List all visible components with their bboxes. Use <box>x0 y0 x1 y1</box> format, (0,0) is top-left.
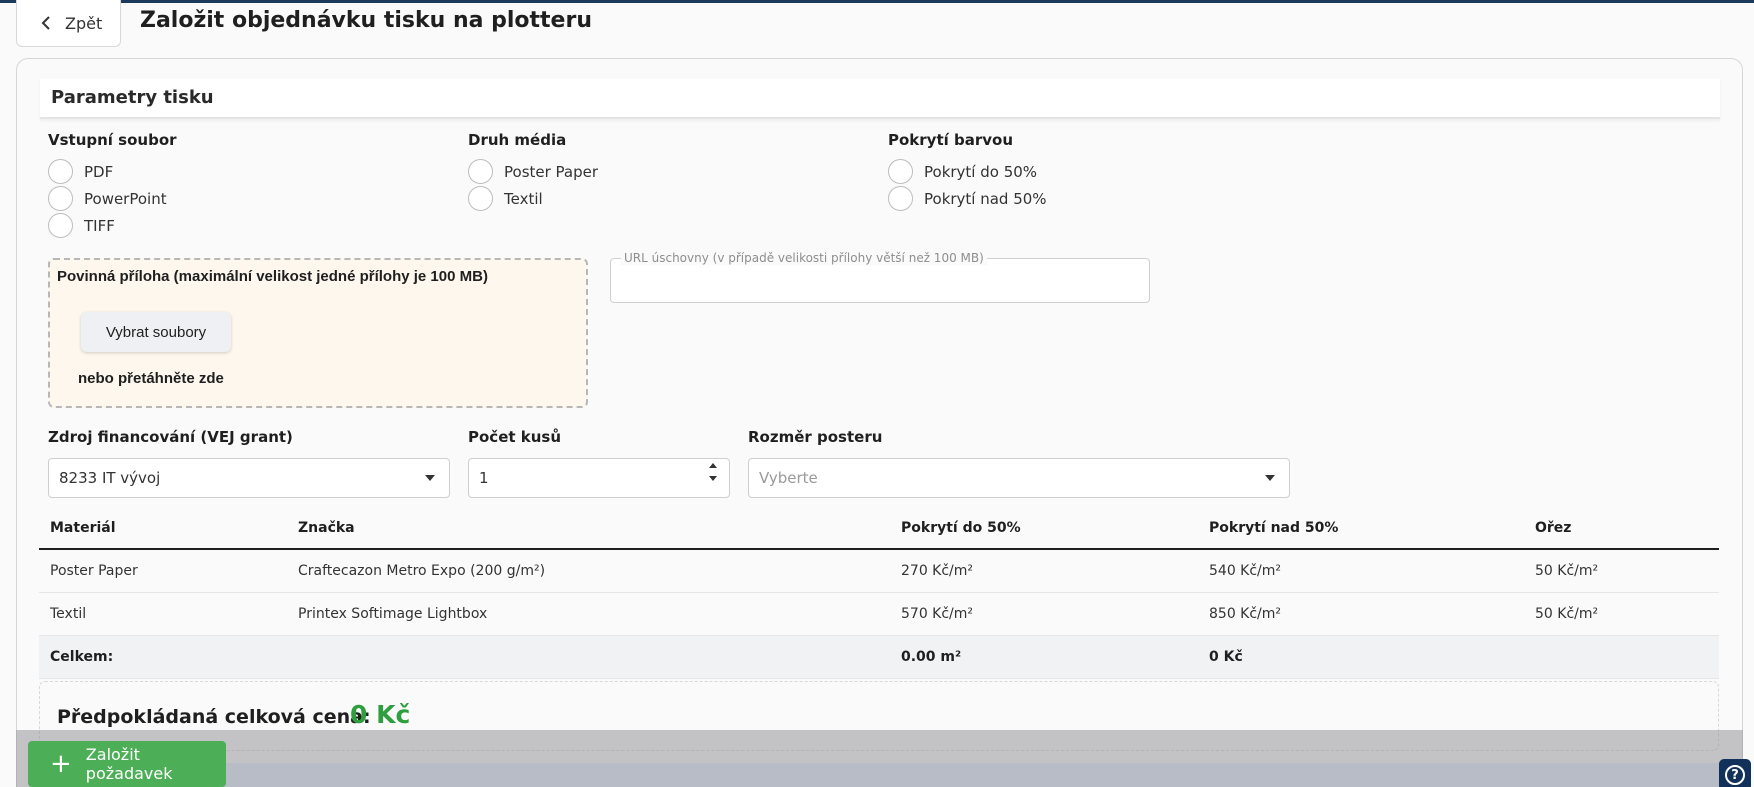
radio-circle[interactable] <box>468 159 493 184</box>
overlay-panel <box>216 763 1726 787</box>
quantity-label: Počet kusů <box>468 428 562 446</box>
radio-circle[interactable] <box>48 186 73 211</box>
total-label: Celkem: <box>50 649 114 665</box>
section-header: Parametry tisku <box>40 79 1720 119</box>
url-storage-field[interactable]: URL úschovny (v případě velikosti příloh… <box>610 251 1150 303</box>
caret-down-icon <box>425 475 435 481</box>
estimated-price-value: 0 Kč <box>350 700 411 729</box>
cell-over-50: 540 Kč/m² <box>1209 563 1282 579</box>
radio-circle[interactable] <box>888 159 913 184</box>
radio-label: Textil <box>504 189 543 208</box>
plus-icon: + <box>50 749 72 779</box>
estimated-price-label: Předpokládaná celková cena: <box>57 706 371 728</box>
choose-files-button[interactable]: Vybrat soubory <box>81 312 231 352</box>
total-price: 0 Kč <box>1209 649 1243 665</box>
create-request-button[interactable]: + Založit požadavek <box>28 741 226 787</box>
radio-coverage-under-50[interactable]: Pokrytí do 50% <box>888 159 1037 184</box>
radio-label: PDF <box>84 162 114 181</box>
radio-media-textil[interactable]: Textil <box>468 186 543 211</box>
radio-input-pdf[interactable]: PDF <box>48 159 113 184</box>
quantity-stepper[interactable]: 1 <box>468 458 730 498</box>
table-row: Poster Paper Craftecazon Metro Expo (200… <box>39 550 1719 593</box>
radio-input-tiff[interactable]: TIFF <box>48 213 115 238</box>
top-accent-line <box>0 0 1754 3</box>
radio-coverage-over-50[interactable]: Pokrytí nad 50% <box>888 186 1047 211</box>
drop-hint: nebo přetáhněte zde <box>78 370 224 387</box>
radio-input-powerpoint[interactable]: PowerPoint <box>48 186 167 211</box>
attachment-dropzone[interactable]: Povinná příloha (maximální velikost jedn… <box>48 258 588 408</box>
cell-trim: 50 Kč/m² <box>1535 606 1599 622</box>
radio-label: TIFF <box>84 216 115 235</box>
poster-size-select[interactable]: Vyberte <box>748 458 1290 498</box>
back-button-label: Zpět <box>65 13 103 33</box>
radio-circle[interactable] <box>888 186 913 211</box>
radio-media-poster-paper[interactable]: Poster Paper <box>468 159 598 184</box>
radio-label: Poster Paper <box>504 162 599 181</box>
radio-label: PowerPoint <box>84 189 167 208</box>
table-header-row: Materiál Značka Pokrytí do 50% Pokrytí n… <box>39 508 1719 550</box>
spinner-icon[interactable] <box>709 463 717 481</box>
color-coverage-label: Pokrytí barvou <box>888 131 1014 149</box>
quantity-value: 1 <box>479 469 489 487</box>
header-brand: Značka <box>298 520 355 536</box>
cell-over-50: 850 Kč/m² <box>1209 606 1282 622</box>
cell-brand: Printex Softimage Lightbox <box>298 606 488 622</box>
poster-size-label: Rozměr posteru <box>748 428 883 446</box>
header-material: Materiál <box>50 520 116 536</box>
radio-label: Pokrytí do 50% <box>924 162 1038 181</box>
header-trim: Ořez <box>1535 520 1572 536</box>
cell-brand: Craftecazon Metro Expo (200 g/m²) <box>298 563 546 579</box>
table-row: Textil Printex Softimage Lightbox 570 Kč… <box>39 593 1719 636</box>
help-button[interactable]: ? <box>1719 759 1751 787</box>
table-total-row: Celkem: 0.00 m² 0 Kč <box>39 636 1719 679</box>
cell-material: Poster Paper <box>50 563 138 579</box>
cell-trim: 50 Kč/m² <box>1535 563 1599 579</box>
cell-under-50: 570 Kč/m² <box>901 606 974 622</box>
page-title: Založit objednávku tisku na plotteru <box>140 8 592 33</box>
create-request-label: Založit požadavek <box>85 745 173 783</box>
total-area: 0.00 m² <box>901 649 962 665</box>
funding-label: Zdroj financování (VEJ grant) <box>48 428 293 446</box>
media-type-label: Druh média <box>468 131 567 149</box>
radio-circle[interactable] <box>48 213 73 238</box>
poster-size-placeholder: Vyberte <box>759 469 818 487</box>
funding-select[interactable]: 8233 IT vývoj <box>48 458 450 498</box>
help-icon: ? <box>1725 765 1745 785</box>
back-button[interactable]: Zpět <box>16 0 121 47</box>
radio-circle[interactable] <box>468 186 493 211</box>
header-coverage-under-50: Pokrytí do 50% <box>901 520 1021 536</box>
attachment-title: Povinná příloha (maximální velikost jedn… <box>57 268 488 285</box>
cell-under-50: 270 Kč/m² <box>901 563 974 579</box>
header-coverage-over-50: Pokrytí nad 50% <box>1209 520 1339 536</box>
section-title: Parametry tisku <box>51 87 214 108</box>
input-file-label: Vstupní soubor <box>48 131 177 149</box>
funding-value: 8233 IT vývoj <box>59 469 161 487</box>
cell-material: Textil <box>50 606 87 622</box>
price-table: Materiál Značka Pokrytí do 50% Pokrytí n… <box>39 508 1719 679</box>
caret-down-icon <box>1265 475 1275 481</box>
radio-circle[interactable] <box>48 159 73 184</box>
radio-label: Pokrytí nad 50% <box>924 189 1047 208</box>
chevron-left-icon <box>41 16 50 30</box>
bottom-overlay <box>16 730 1743 787</box>
url-storage-label: URL úschovny (v případě velikosti příloh… <box>621 251 987 265</box>
